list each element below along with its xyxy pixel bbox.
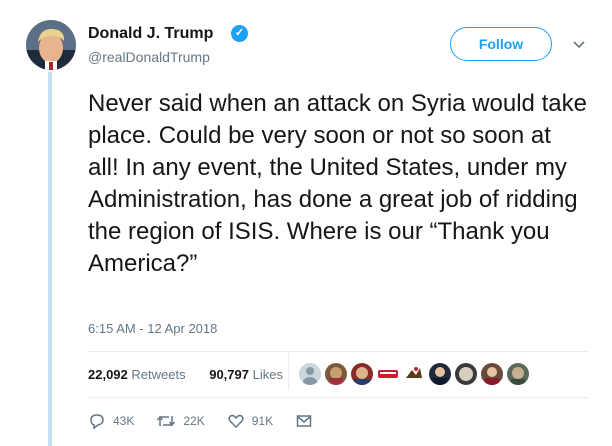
reply-button[interactable]: 43K [88, 412, 134, 430]
tweet-actions: 43K 22K 91K [88, 412, 342, 430]
thread-line [48, 72, 52, 446]
reply-icon [90, 414, 104, 430]
tweet-stats: 22,092 Retweets 90,797 Likes [88, 367, 303, 382]
liker-avatar[interactable] [299, 363, 321, 385]
follow-button[interactable]: Follow [450, 27, 552, 61]
envelope-icon [296, 415, 312, 427]
liker-avatar[interactable] [351, 363, 373, 385]
liker-avatar[interactable] [325, 363, 347, 385]
likes-label: Likes [252, 367, 283, 382]
liker-avatar[interactable] [377, 363, 399, 385]
verified-badge-icon: ✓ [231, 25, 248, 42]
retweets-stat[interactable]: 22,092 Retweets [88, 367, 196, 382]
liker-avatar[interactable] [455, 363, 477, 385]
tweet-timestamp[interactable]: 6:15 AM - 12 Apr 2018 [88, 321, 217, 336]
liker-avatar[interactable] [481, 363, 503, 385]
tweet-text: Never said when an attack on Syria would… [88, 90, 587, 277]
reply-count: 43K [113, 414, 135, 428]
author-name[interactable]: Donald J. Trump [88, 25, 213, 43]
avatar[interactable] [26, 20, 76, 70]
stats-separator [288, 352, 289, 390]
divider [88, 397, 588, 398]
like-count: 91K [251, 414, 274, 428]
like-button[interactable]: 91K [227, 412, 273, 430]
author-handle[interactable]: @realDonaldTrump [88, 49, 210, 65]
retweet-icon [157, 415, 176, 427]
retweets-count: 22,092 [88, 367, 128, 382]
heart-icon [228, 414, 244, 429]
retweet-count: 22K [183, 414, 205, 428]
liker-avatars [299, 363, 533, 385]
retweet-button[interactable]: 22K [156, 412, 205, 430]
liker-avatar[interactable] [403, 363, 425, 385]
liker-avatar[interactable] [429, 363, 451, 385]
divider [88, 351, 588, 352]
liker-avatar[interactable] [507, 363, 529, 385]
likes-stat[interactable]: 90,797 Likes [209, 367, 293, 382]
chevron-down-icon[interactable] [572, 37, 586, 51]
likes-count: 90,797 [209, 367, 249, 382]
direct-message-button[interactable] [295, 412, 320, 430]
retweets-label: Retweets [131, 367, 186, 382]
